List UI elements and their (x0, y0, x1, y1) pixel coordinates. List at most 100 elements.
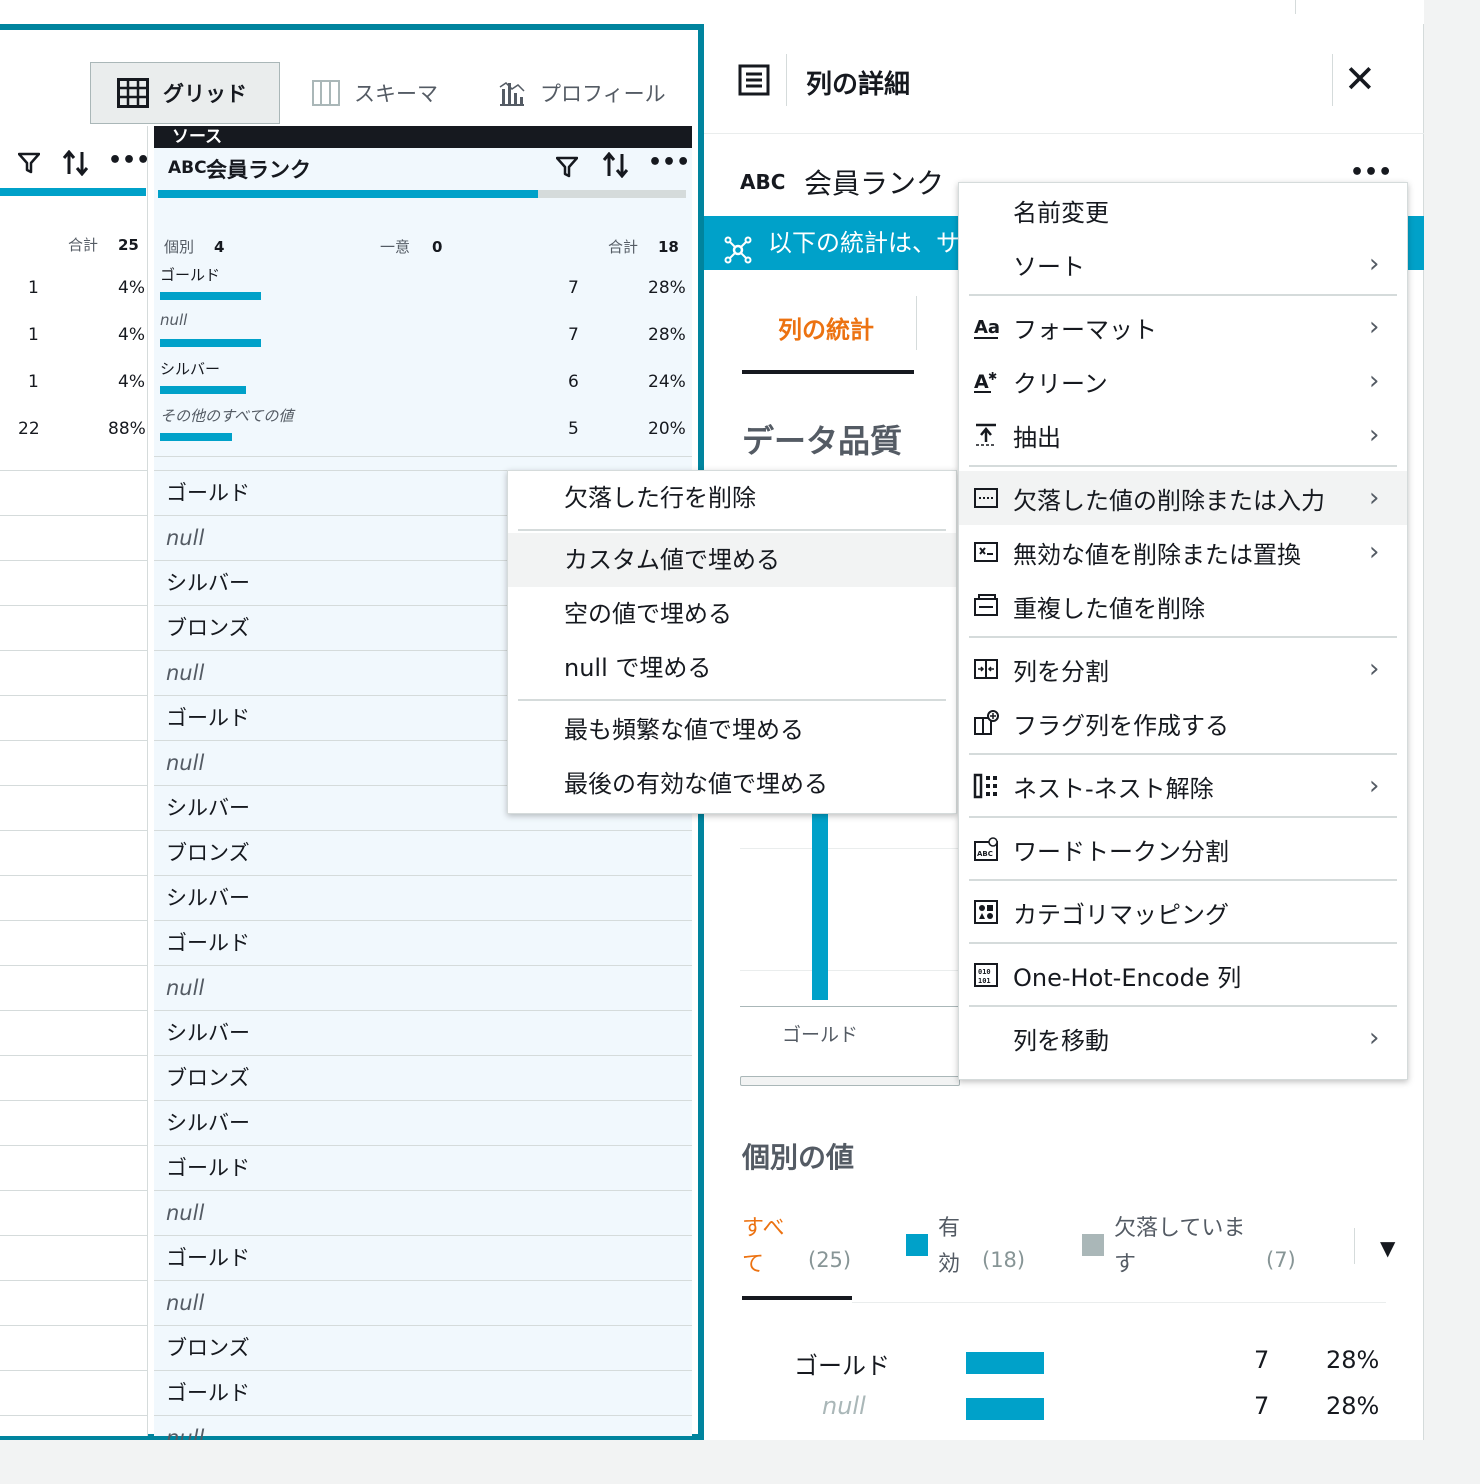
sample-icon (724, 229, 752, 283)
menu-item-13[interactable]: 010 101 One-Hot-Encode 列 (959, 948, 1407, 1002)
submenu-item-remove-rows[interactable]: 欠落した行を削除 (508, 471, 956, 525)
table-cell[interactable] (0, 1370, 148, 1415)
menu-divider (969, 465, 1397, 467)
menu-item-0[interactable]: 名前変更 (959, 183, 1407, 237)
more-icon[interactable]: ••• (648, 150, 690, 175)
details-title: 列の詳細 (806, 70, 911, 100)
filter-icon[interactable] (555, 156, 579, 182)
tab-column-stats[interactable]: 列の統計 (778, 310, 874, 345)
submenu-item-fill-custom[interactable]: カスタム値で埋める (508, 533, 956, 587)
menu-item-5[interactable]: 欠落した値の削除または入力 › (959, 471, 1407, 525)
table-cell[interactable] (0, 695, 148, 740)
token-icon: ABC (959, 836, 1013, 862)
table-cell[interactable]: シルバー (154, 1010, 692, 1055)
submenu-item-fill-null[interactable]: null で埋める (508, 641, 956, 695)
table-cell[interactable] (0, 785, 148, 830)
table-cell[interactable] (0, 740, 148, 785)
tab-profile[interactable]: プロフィール (498, 62, 688, 124)
menu-item-2[interactable]: Aa フォーマット › (959, 300, 1407, 354)
table-cell[interactable] (0, 965, 148, 1010)
menu-item-9[interactable]: フラグ列を作成する (959, 696, 1407, 750)
chevron-right-icon: › (1369, 312, 1380, 342)
top-value-pct: 28% (648, 278, 686, 298)
tab-schema[interactable]: スキーマ (312, 62, 472, 124)
table-cell[interactable] (0, 560, 148, 605)
chart-bar (812, 814, 828, 1000)
table-cell[interactable]: ゴールド (154, 1145, 692, 1190)
sort-icon[interactable] (602, 151, 630, 182)
missing-swatch (1082, 1234, 1104, 1256)
table-cell[interactable]: null (154, 1190, 692, 1235)
active-filter-underline (742, 1296, 852, 1300)
table-cell[interactable]: null (154, 965, 692, 1010)
table-cell[interactable] (0, 1325, 148, 1370)
menu-item-4[interactable]: 抽出 › (959, 408, 1407, 462)
valid-swatch (906, 1234, 928, 1256)
table-cell[interactable] (0, 830, 148, 875)
table-cell[interactable]: null (154, 1280, 692, 1325)
table-cell[interactable]: ブロンズ (154, 830, 692, 875)
table-cell[interactable] (0, 1055, 148, 1100)
filter-icon[interactable] (17, 152, 41, 180)
table-cell[interactable] (0, 1100, 148, 1145)
table-cell[interactable]: ゴールド (154, 1235, 692, 1280)
chevron-right-icon: › (1369, 249, 1380, 279)
table-cell[interactable]: ブロンズ (154, 1325, 692, 1370)
menu-item-3[interactable]: A ✱ クリーン › (959, 354, 1407, 408)
menu-item-7[interactable]: 重複した値を削除 (959, 579, 1407, 633)
tab-grid[interactable]: グリッド (90, 62, 280, 124)
top-value-pct: 24% (648, 372, 686, 392)
table-cell[interactable]: ゴールド (154, 920, 692, 965)
profile-icon (498, 79, 526, 107)
svg-text:ABC: ABC (977, 850, 993, 858)
menu-item-8[interactable]: 列を分割 › (959, 642, 1407, 696)
table-cell[interactable]: シルバー (154, 875, 692, 920)
table-cell[interactable] (0, 515, 148, 560)
menu-item-label: 列を分割 (1013, 657, 1109, 686)
unique-label: 一意 (380, 238, 411, 256)
menu-item-label: 抽出 (1013, 423, 1061, 452)
distinct-value-bar (966, 1352, 1044, 1374)
details-icon (738, 64, 770, 100)
menu-item-12[interactable]: カテゴリマッピング (959, 885, 1407, 939)
close-icon[interactable]: ✕ (1344, 60, 1376, 98)
menu-item-11[interactable]: ABC ワードトークン分割 (959, 822, 1407, 876)
table-cell[interactable]: ブロンズ (154, 1055, 692, 1100)
menu-item-label: ネスト-ネスト解除 (1013, 774, 1214, 803)
menu-item-label: 無効な値を削除または置換 (1013, 540, 1301, 569)
menu-item-1[interactable]: ソート › (959, 237, 1407, 291)
menu-item-10[interactable]: ネスト-ネスト解除 › (959, 759, 1407, 813)
table-cell[interactable] (0, 1190, 148, 1235)
table-cell[interactable] (0, 1010, 148, 1055)
tab-profile-label: プロフィール (540, 82, 666, 106)
caret-down-icon[interactable]: ▼ (1380, 1236, 1395, 1260)
column-header-name[interactable]: 会員ランク (206, 154, 311, 184)
filter-missing-label: 欠落していま (1114, 1216, 1246, 1241)
menu-divider (969, 636, 1397, 638)
duplicate-icon (959, 593, 1013, 619)
sort-icon[interactable] (62, 149, 90, 180)
table-cell[interactable] (0, 650, 148, 695)
table-cell[interactable] (0, 1235, 148, 1280)
category-icon (959, 899, 1013, 925)
table-cell[interactable]: ゴールド (154, 1370, 692, 1415)
table-cell[interactable] (0, 470, 148, 515)
tab-grid-label: グリッド (163, 82, 247, 106)
table-cell[interactable] (0, 1280, 148, 1325)
missing-values-submenu: 欠落した行を削除 カスタム値で埋める 空の値で埋める null で埋める 最も頻… (507, 470, 957, 814)
table-cell[interactable] (0, 605, 148, 650)
menu-item-14[interactable]: 列を移動 › (959, 1011, 1407, 1065)
table-cell[interactable]: シルバー (154, 1100, 692, 1145)
menu-item-label: 名前変更 (1013, 198, 1109, 227)
submenu-item-fill-empty[interactable]: 空の値で埋める (508, 587, 956, 641)
table-cell[interactable] (0, 920, 148, 965)
chart-scrollbar[interactable] (740, 1076, 960, 1086)
submenu-item-fill-most-frequent[interactable]: 最も頻繁な値で埋める (508, 703, 956, 757)
table-cell[interactable] (0, 1145, 148, 1190)
more-icon[interactable]: ••• (108, 148, 150, 173)
table-cell[interactable] (0, 875, 148, 920)
submenu-item-fill-last-valid[interactable]: 最後の有効な値で埋める (508, 757, 956, 811)
menu-item-6[interactable]: 無効な値を削除または置換 › (959, 525, 1407, 579)
invalid-icon (959, 539, 1013, 565)
menu-item-label: 重複した値を削除 (1013, 594, 1205, 623)
